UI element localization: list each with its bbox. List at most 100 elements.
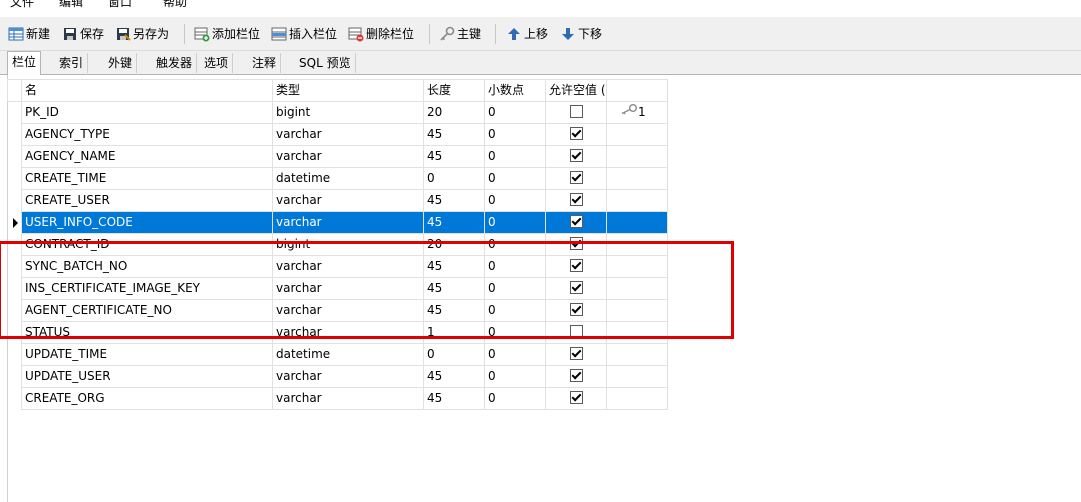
key-cell[interactable]: 1 (606, 101, 668, 124)
field-type-cell[interactable]: varchar (272, 321, 424, 344)
allow-null-checkbox[interactable] (569, 281, 583, 294)
table-row[interactable]: INS_CERTIFICATE_IMAGE_KEY varchar 45 0 (7, 277, 668, 300)
key-cell[interactable] (606, 343, 668, 366)
tab-fields[interactable]: 栏位 (7, 51, 42, 76)
field-type-cell[interactable]: bigint (272, 233, 424, 256)
row-indicator[interactable] (7, 343, 22, 366)
field-length-cell[interactable]: 45 (423, 365, 485, 388)
allow-null-checkbox[interactable] (569, 215, 583, 228)
field-type-cell[interactable]: varchar (272, 211, 424, 234)
field-length-cell[interactable]: 0 (423, 167, 485, 190)
menu-edit[interactable]: 编辑 (59, 0, 83, 10)
column-header-key[interactable] (606, 79, 668, 102)
field-name-cell[interactable]: CREATE_USER (21, 189, 273, 212)
menu-file[interactable]: 文件 (10, 0, 34, 10)
table-row[interactable]: USER_INFO_CODE varchar 45 0 (7, 211, 668, 234)
field-decimals-cell[interactable]: 0 (484, 101, 546, 124)
field-decimals-cell[interactable]: 0 (484, 189, 546, 212)
field-name-cell[interactable]: AGENCY_TYPE (21, 123, 273, 146)
field-decimals-cell[interactable]: 0 (484, 255, 546, 278)
allow-null-checkbox[interactable] (569, 347, 583, 360)
field-length-cell[interactable]: 20 (423, 233, 485, 256)
delete-column-button[interactable]: 删除栏位 (348, 23, 414, 45)
row-indicator[interactable] (7, 255, 22, 278)
allow-null-checkbox[interactable] (569, 325, 583, 338)
field-type-cell[interactable]: datetime (272, 167, 424, 190)
row-indicator[interactable] (7, 277, 22, 300)
table-row[interactable]: CREATE_ORG varchar 45 0 (7, 387, 668, 410)
field-type-cell[interactable]: bigint (272, 101, 424, 124)
allow-null-checkbox[interactable] (569, 127, 583, 140)
allow-null-checkbox[interactable] (569, 149, 583, 162)
save-button[interactable]: 保存 (62, 23, 104, 45)
table-row[interactable]: CREATE_TIME datetime 0 0 (7, 167, 668, 190)
move-up-button[interactable]: 上移 (506, 23, 548, 45)
row-indicator[interactable] (7, 145, 22, 168)
field-name-cell[interactable]: AGENCY_NAME (21, 145, 273, 168)
field-decimals-cell[interactable]: 0 (484, 299, 546, 322)
move-down-button[interactable]: 下移 (560, 23, 602, 45)
allow-null-checkbox[interactable] (569, 105, 583, 118)
field-type-cell[interactable]: datetime (272, 343, 424, 366)
row-indicator[interactable] (7, 321, 22, 344)
key-cell[interactable] (606, 299, 668, 322)
allow-null-checkbox[interactable] (569, 303, 583, 316)
field-decimals-cell[interactable]: 0 (484, 321, 546, 344)
key-cell[interactable] (606, 189, 668, 212)
field-type-cell[interactable]: varchar (272, 277, 424, 300)
field-length-cell[interactable]: 45 (423, 123, 485, 146)
field-decimals-cell[interactable]: 0 (484, 123, 546, 146)
field-name-cell[interactable]: INS_CERTIFICATE_IMAGE_KEY (21, 277, 273, 300)
key-cell[interactable] (606, 321, 668, 344)
tab-comments[interactable]: 注释 (248, 53, 282, 73)
column-header-nullable[interactable]: 允许空值 ( (545, 79, 607, 102)
field-length-cell[interactable]: 45 (423, 277, 485, 300)
field-type-cell[interactable]: varchar (272, 299, 424, 322)
row-indicator[interactable] (7, 365, 22, 388)
tab-triggers[interactable]: 触发器 (152, 53, 198, 73)
column-header-decimals[interactable]: 小数点 (484, 79, 546, 102)
column-header-name[interactable]: 名 (21, 79, 273, 102)
field-name-cell[interactable]: CREATE_ORG (21, 387, 273, 410)
table-row[interactable]: CONTRACT_ID bigint 20 0 (7, 233, 668, 256)
allow-null-checkbox[interactable] (569, 369, 583, 382)
field-type-cell[interactable]: varchar (272, 145, 424, 168)
table-row[interactable]: AGENT_CERTIFICATE_NO varchar 45 0 (7, 299, 668, 322)
row-indicator[interactable] (7, 189, 22, 212)
menu-window[interactable]: 窗口 (108, 0, 132, 10)
save-as-button[interactable]: 另存为 (115, 23, 169, 45)
row-indicator[interactable] (7, 233, 22, 256)
row-indicator[interactable] (7, 299, 22, 322)
field-length-cell[interactable]: 45 (423, 299, 485, 322)
field-decimals-cell[interactable]: 0 (484, 233, 546, 256)
tab-sql-preview[interactable]: SQL 预览 (295, 53, 356, 73)
key-cell[interactable] (606, 123, 668, 146)
allow-null-checkbox[interactable] (569, 193, 583, 206)
key-cell[interactable] (606, 211, 668, 234)
add-column-button[interactable]: 添加栏位 (194, 23, 260, 45)
tab-indexes[interactable]: 索引 (55, 53, 89, 73)
field-name-cell[interactable]: SYNC_BATCH_NO (21, 255, 273, 278)
table-row[interactable]: SYNC_BATCH_NO varchar 45 0 (7, 255, 668, 278)
table-row[interactable]: UPDATE_TIME datetime 0 0 (7, 343, 668, 366)
row-indicator[interactable] (7, 387, 22, 410)
row-indicator[interactable] (7, 167, 22, 190)
field-length-cell[interactable]: 45 (423, 189, 485, 212)
field-length-cell[interactable]: 45 (423, 211, 485, 234)
field-decimals-cell[interactable]: 0 (484, 211, 546, 234)
row-indicator[interactable] (7, 101, 22, 124)
insert-column-button[interactable]: 插入栏位 (271, 23, 337, 45)
row-indicator[interactable] (7, 211, 22, 234)
key-cell[interactable] (606, 365, 668, 388)
field-length-cell[interactable]: 45 (423, 387, 485, 410)
allow-null-checkbox[interactable] (569, 237, 583, 250)
field-decimals-cell[interactable]: 0 (484, 277, 546, 300)
field-type-cell[interactable]: varchar (272, 365, 424, 388)
field-type-cell[interactable]: varchar (272, 189, 424, 212)
field-length-cell[interactable]: 1 (423, 321, 485, 344)
table-row[interactable]: PK_ID bigint 20 0 1 (7, 101, 668, 124)
field-name-cell[interactable]: AGENT_CERTIFICATE_NO (21, 299, 273, 322)
row-indicator[interactable] (7, 123, 22, 146)
column-header-length[interactable]: 长度 (423, 79, 485, 102)
key-cell[interactable] (606, 145, 668, 168)
